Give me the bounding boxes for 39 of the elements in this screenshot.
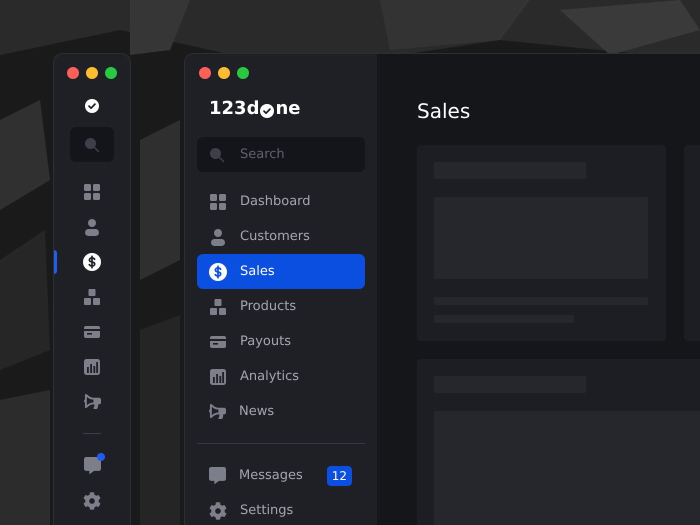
zoom-window-button[interactable] bbox=[105, 67, 117, 79]
search-field[interactable]: Search bbox=[197, 137, 365, 172]
nav-item[interactable]: Settings bbox=[197, 493, 365, 525]
count-badge: 12 bbox=[326, 466, 352, 486]
page-title: Sales bbox=[417, 98, 472, 124]
logo-text: ne bbox=[275, 100, 300, 118]
close-window-button[interactable] bbox=[67, 67, 79, 79]
zoom-window-button[interactable] bbox=[237, 67, 249, 79]
nav-item[interactable]: Products bbox=[197, 289, 365, 324]
search-icon bbox=[209, 147, 225, 163]
minimize-window-button[interactable] bbox=[86, 67, 98, 79]
grid-icon bbox=[83, 182, 101, 200]
boxes-icon bbox=[83, 288, 101, 306]
minimize-window-button[interactable] bbox=[218, 67, 230, 79]
search-icon bbox=[84, 136, 100, 152]
chat-icon bbox=[209, 467, 226, 484]
nav-item[interactable]: News bbox=[197, 394, 365, 429]
nav-item[interactable]: Analytics bbox=[197, 359, 365, 394]
bar-chart-icon bbox=[209, 368, 227, 386]
person-icon bbox=[83, 218, 101, 236]
check-logo-icon bbox=[260, 104, 274, 118]
check-logo-icon bbox=[85, 99, 99, 113]
dollar-icon bbox=[83, 252, 101, 270]
megaphone-icon bbox=[209, 403, 226, 420]
gear-icon bbox=[209, 502, 227, 520]
megaphone-icon bbox=[84, 393, 100, 410]
dollar-icon bbox=[209, 262, 227, 280]
boxes-icon bbox=[209, 298, 227, 316]
gear-icon bbox=[83, 492, 101, 510]
nav-item[interactable]: Customers bbox=[197, 219, 365, 254]
bar-chart-icon bbox=[83, 358, 101, 376]
nav-item[interactable]: Messages 12 bbox=[197, 458, 365, 493]
logo-text: 123d bbox=[209, 100, 260, 118]
nav-item[interactable]: Sales bbox=[197, 254, 365, 289]
nav-item[interactable]: Payouts bbox=[197, 324, 365, 359]
nav-item[interactable]: Dashboard bbox=[197, 184, 365, 219]
grid-icon bbox=[209, 192, 227, 210]
person-icon bbox=[209, 228, 227, 246]
close-window-button[interactable] bbox=[199, 67, 211, 79]
